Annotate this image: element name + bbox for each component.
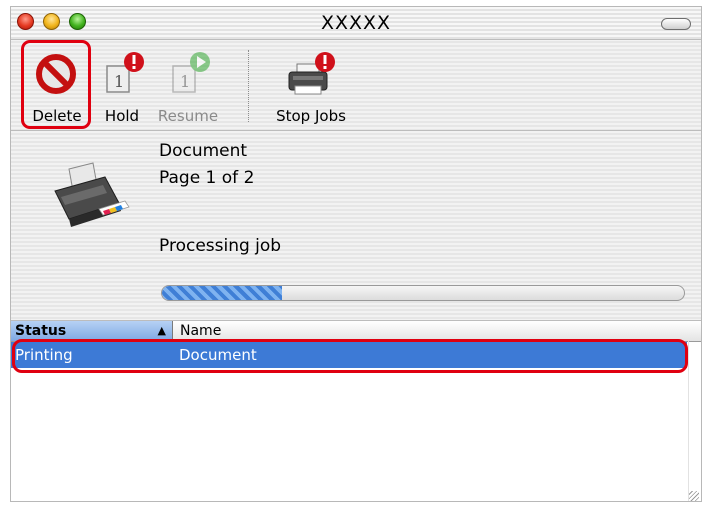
status-column-header[interactable]: Status ▲ (11, 321, 173, 341)
toolbar: Delete 1 Hold 1 Resume Stop Jobs (11, 40, 701, 129)
row-highlight-outline (12, 339, 688, 373)
table-scroll-area[interactable] (688, 341, 701, 501)
hold-label: Hold (104, 107, 140, 125)
resume-icon: 1 (172, 52, 210, 93)
job-progress-fill (162, 286, 283, 300)
svg-text:1: 1 (114, 72, 124, 91)
resume-button[interactable]: 1 Resume (146, 40, 230, 132)
resize-grip[interactable] (689, 491, 699, 501)
job-page-count: Page 1 of 2 (159, 168, 255, 188)
job-status-text: Processing job (159, 236, 282, 256)
job-progress-bar (161, 285, 685, 301)
title-bar[interactable]: XXXXX (11, 7, 701, 40)
delete-label: Delete (32, 107, 82, 125)
toolbar-separator (248, 50, 249, 122)
jobs-table: Status ▲ Name Printing Document (11, 321, 701, 501)
printer-icon (54, 162, 130, 227)
job-document-name: Document (159, 141, 248, 161)
delete-button[interactable]: Delete (21, 40, 93, 132)
svg-text:1: 1 (180, 72, 190, 91)
name-column-header[interactable]: Name (174, 321, 221, 341)
resume-label: Resume (157, 107, 219, 125)
toolbar-toggle-button[interactable] (661, 18, 691, 30)
stop-jobs-label: Stop Jobs (276, 107, 346, 125)
toolbar-divider (11, 130, 701, 131)
delete-icon (36, 54, 76, 94)
sort-ascending-icon: ▲ (157, 324, 166, 337)
print-queue-window: XXXXX Delete 1 Hold 1 Resume Stop Jobs D… (10, 6, 702, 502)
hold-icon: 1 (106, 52, 144, 93)
hold-button[interactable]: 1 Hold (94, 40, 150, 132)
window-title: XXXXX (320, 12, 392, 34)
stop-jobs-button[interactable]: Stop Jobs (265, 40, 357, 132)
stop-jobs-printer-icon (288, 52, 335, 95)
status-column-label: Status (15, 323, 67, 339)
job-info-panel: Document Page 1 of 2 Processing job (11, 133, 701, 322)
name-column-label: Name (180, 323, 222, 339)
